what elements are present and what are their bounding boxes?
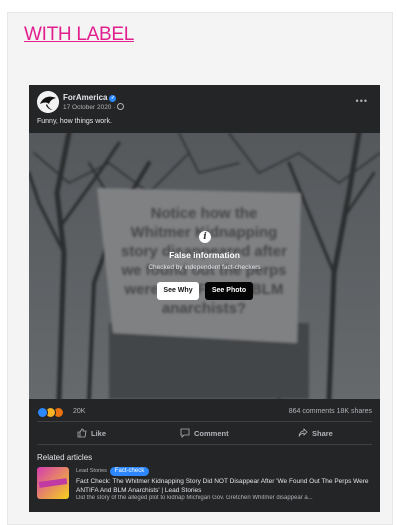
eagle-logo-icon <box>37 91 59 113</box>
share-icon <box>298 428 308 437</box>
reaction-count[interactable]: 20K <box>73 408 85 415</box>
with-label-link[interactable]: WITH LABEL <box>24 24 134 46</box>
globe-icon <box>117 103 125 110</box>
comment-button[interactable]: Comment <box>180 428 229 438</box>
comment-label: Comment <box>194 429 229 438</box>
facebook-post: ForAmerica ✓ 17 October 2020 · ••• Funny,… <box>29 85 380 512</box>
see-why-button[interactable]: See Why <box>157 282 199 300</box>
info-icon: i <box>199 231 211 243</box>
like-button[interactable]: Like <box>77 428 106 438</box>
see-photo-button[interactable]: See Photo <box>205 282 253 300</box>
thumbs-up-icon <box>77 428 87 438</box>
post-header: ForAmerica ✓ 17 October 2020 · ••• Funny,… <box>29 85 380 133</box>
post-photo[interactable]: Notice how the Whitmer Kidnapping story … <box>29 133 380 399</box>
page-name[interactable]: ForAmerica ✓ <box>63 93 117 102</box>
divider <box>37 444 372 445</box>
divider <box>37 421 372 422</box>
post-date[interactable]: 17 October 2020 · <box>63 103 125 111</box>
comment-icon <box>180 428 190 438</box>
article-description[interactable]: Did the story of the alleged plot to kid… <box>76 495 372 501</box>
article-title[interactable]: Fact Check: The Whitmer Kidnapping Story… <box>76 477 372 495</box>
article-thumbnail[interactable] <box>37 467 69 499</box>
like-label: Like <box>91 429 107 438</box>
page-avatar[interactable] <box>37 91 59 113</box>
fact-checkers-subtitle: Checked by independent fact-checkers <box>148 264 261 271</box>
share-label: Share <box>312 429 333 438</box>
share-button[interactable]: Share <box>298 428 333 438</box>
article-source[interactable]: Lead Stories <box>76 468 107 474</box>
thumbnail-band <box>38 478 68 488</box>
related-articles-heading: Related articles <box>37 453 93 462</box>
comments-shares-count[interactable]: 864 comments 18K shares <box>289 408 372 415</box>
page-name-text[interactable]: ForAmerica <box>63 93 107 102</box>
post-caption: Funny, how things work. <box>37 118 112 125</box>
like-reaction-icon <box>37 407 48 418</box>
more-options-icon[interactable]: ••• <box>356 96 368 106</box>
false-information-title: False information <box>169 250 240 260</box>
verified-badge-icon: ✓ <box>109 95 117 102</box>
article-source-line: Lead Stories Fact-check <box>76 467 150 476</box>
post-date-text[interactable]: 17 October 2020 · <box>63 104 115 111</box>
fact-check-badge: Fact-check <box>109 467 150 476</box>
